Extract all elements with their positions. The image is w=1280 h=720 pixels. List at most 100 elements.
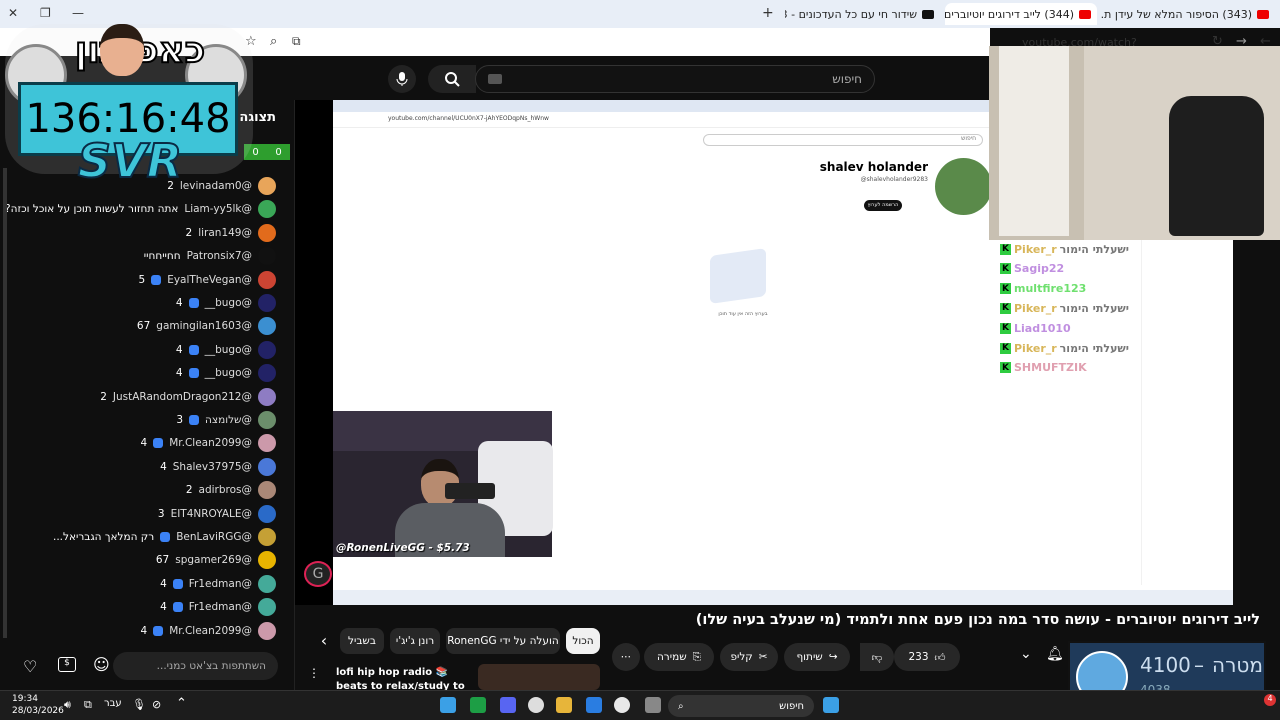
tab-2[interactable]: (344) לייב דירוגים יוטיוברים ✕ xyxy=(945,3,1097,25)
emoji-icon[interactable]: ☺ xyxy=(93,655,110,674)
chat-avatar[interactable] xyxy=(258,177,276,195)
chat-author[interactable]: @Mr.Clean2099 xyxy=(169,437,252,449)
mic-tray-icon[interactable]: 🎙︎ xyxy=(132,698,146,711)
zoom-icon[interactable]: ⌕ xyxy=(270,34,277,49)
more-actions-button[interactable]: ⋯ xyxy=(612,643,640,671)
dislike-button[interactable]: 👎︎ xyxy=(860,643,894,671)
chat-avatar[interactable] xyxy=(258,457,276,476)
chat-author[interactable]: @adirbros xyxy=(199,484,252,496)
taskbar-app-icon[interactable] xyxy=(470,697,486,713)
chat-avatar[interactable] xyxy=(258,528,276,546)
chat-avatar[interactable] xyxy=(258,598,276,617)
install-app-icon[interactable]: ⧉ xyxy=(292,34,301,49)
like-button[interactable]: 👍︎ 233 xyxy=(894,643,960,671)
search-button[interactable] xyxy=(428,65,476,93)
file-explorer-icon[interactable] xyxy=(556,697,572,713)
tab-3[interactable]: שידור חי עם כל העדכונים - 13+ ✕ xyxy=(785,3,940,25)
new-tab-button[interactable]: + xyxy=(762,5,774,21)
discord-icon[interactable] xyxy=(500,697,516,713)
chat-avatar[interactable] xyxy=(258,294,276,312)
chat-text: 3 xyxy=(176,414,183,426)
chat-scrollbar[interactable] xyxy=(3,168,7,638)
tab-1[interactable]: (343) הסיפור המלא של עידן ת... ✕ xyxy=(1100,3,1275,25)
chat-input[interactable]: השתתפות בצ'אט כמני... xyxy=(113,652,278,680)
chat-author[interactable]: @Mr.Clean2099 xyxy=(169,625,252,637)
chat-author[interactable]: @Patronsix7 xyxy=(187,250,252,262)
chat-author[interactable]: @bugo__ xyxy=(205,344,252,356)
keyboard-icon[interactable] xyxy=(488,74,502,84)
chat-message: @EyalTheVegan 5 xyxy=(139,269,276,291)
filter-for-you[interactable]: בשביל xyxy=(340,628,384,654)
chevron-down-icon[interactable]: ⌄ xyxy=(1020,646,1032,662)
member-badge-icon xyxy=(172,602,183,613)
start-windows-icon[interactable] xyxy=(823,697,839,713)
clip-button[interactable]: ✂ קליפ xyxy=(720,643,778,671)
chat-author[interactable]: @JustARandomDragon212 xyxy=(113,391,252,403)
overlay-chat-message: K Liad1010 xyxy=(1000,319,1074,337)
search-input[interactable]: חיפוש xyxy=(475,65,875,93)
chat-avatar[interactable] xyxy=(258,411,276,429)
chat-author[interactable]: @Liam-yy5lk xyxy=(184,203,252,215)
bell-icon[interactable]: 🔔︎ xyxy=(1046,646,1064,662)
taskbar-app-icon[interactable] xyxy=(440,697,456,713)
chat-avatar[interactable] xyxy=(258,387,276,406)
chevron-left-icon[interactable]: ‹ xyxy=(312,631,336,651)
taskbar-clock[interactable]: 19:34 28/03/2026 xyxy=(12,693,64,717)
restore-window-icon[interactable]: ❐ xyxy=(40,6,51,20)
volume-icon[interactable]: 🔊︎ xyxy=(64,698,71,712)
chat-author[interactable]: @BenLaviRGG xyxy=(176,531,252,543)
chat-avatar[interactable] xyxy=(258,200,276,219)
chat-text: 2 xyxy=(100,390,107,403)
chat-avatar[interactable] xyxy=(258,481,276,500)
language-indicator[interactable]: עבר xyxy=(104,698,122,709)
network-icon[interactable]: ⧉ xyxy=(84,698,92,712)
chat-avatar[interactable] xyxy=(258,551,276,570)
chat-author[interactable]: @EyalTheVegan xyxy=(167,274,252,286)
chat-author[interactable]: @Fr1edman xyxy=(189,601,252,613)
wifi-off-icon[interactable]: ⊘ xyxy=(152,698,161,711)
chrome-icon[interactable] xyxy=(614,697,630,713)
filter-all[interactable]: הכול xyxy=(566,628,600,654)
chat-author[interactable]: @spgamer269 xyxy=(175,554,252,566)
filter-uploaded-by[interactable]: הועלה על ידי RonenGG xyxy=(446,628,560,654)
kebab-menu-icon[interactable]: ⋮ xyxy=(308,666,320,680)
chat-avatar[interactable] xyxy=(258,340,276,359)
chat-avatar[interactable] xyxy=(258,247,276,266)
chat-author[interactable]: @Fr1edman xyxy=(189,578,252,590)
related-video-thumbnail[interactable] xyxy=(478,664,600,690)
chat-author[interactable]: @liran149 xyxy=(198,227,252,239)
chat-avatar[interactable] xyxy=(258,621,276,640)
chat-author[interactable]: @bugo__ xyxy=(205,297,252,309)
chat-avatar[interactable] xyxy=(258,434,276,453)
chat-message: @BenLaviRGG רק המלאך הגבריאל... xyxy=(53,526,276,548)
chat-avatar[interactable] xyxy=(258,364,276,383)
minimize-window-icon[interactable]: — xyxy=(72,6,84,20)
taskbar-app-icon[interactable] xyxy=(586,697,602,713)
like-heart-icon[interactable]: ♡ xyxy=(23,657,37,676)
chat-avatar[interactable] xyxy=(258,223,276,242)
chat-avatar[interactable] xyxy=(258,504,276,523)
chat-author[interactable]: @bugo__ xyxy=(205,367,252,379)
chat-message: @bugo__ 4 xyxy=(176,292,276,314)
save-button[interactable]: ⎘ שמירה xyxy=(644,643,714,671)
notification-badge[interactable]: 4 xyxy=(1264,694,1276,706)
member-badge-icon xyxy=(153,438,164,449)
chat-avatar[interactable] xyxy=(258,270,276,289)
overlay-chat-author: Piker_r xyxy=(1014,242,1057,256)
chat-author[interactable]: @EIT4NROYALE xyxy=(171,508,252,520)
chat-avatar[interactable] xyxy=(258,317,276,336)
close-window-icon[interactable]: ✕ xyxy=(8,6,18,20)
chat-author[interactable]: @gamingilan1603 xyxy=(156,320,252,332)
chat-avatar[interactable] xyxy=(258,574,276,593)
filter-ronen[interactable]: רונן ג'יג'י xyxy=(390,628,440,654)
share-button[interactable]: ↪ שיתוף xyxy=(784,643,850,671)
voice-search-button[interactable] xyxy=(388,65,416,93)
taskbar-search[interactable]: חיפוש ⌕ xyxy=(668,695,814,717)
tray-chevron-icon[interactable]: ⌃ xyxy=(176,696,187,711)
media-play-icon[interactable] xyxy=(528,697,544,713)
chat-author[interactable]: @שלומצה xyxy=(205,414,252,426)
related-video-title[interactable]: lofi hip hop radio 📚 beats to relax/stud… xyxy=(336,666,476,690)
task-view-icon[interactable] xyxy=(645,697,661,713)
chat-author[interactable]: @Shalev37975 xyxy=(173,461,252,473)
super-chat-icon[interactable]: $ xyxy=(58,657,76,672)
